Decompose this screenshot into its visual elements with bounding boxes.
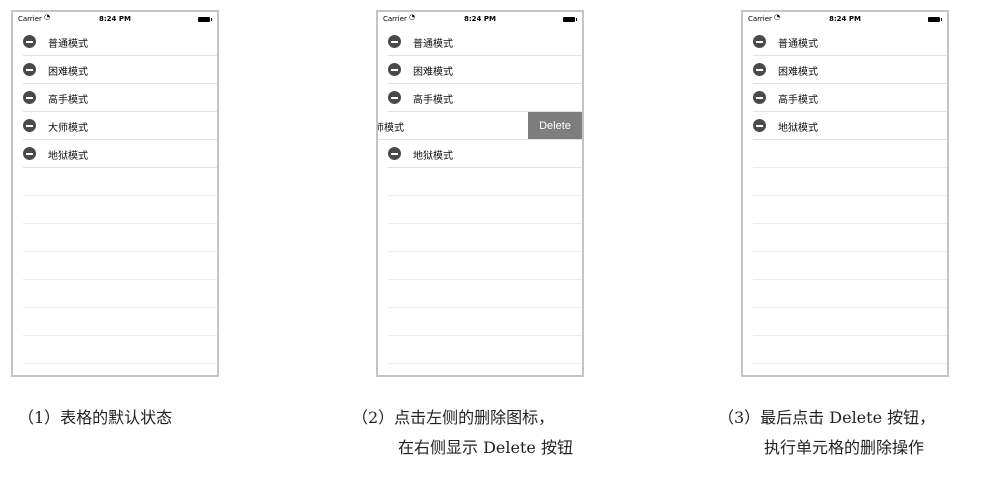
row-label: 地狱模式 [778,123,818,134]
caption-line: 在右侧显示 Delete 按钮 [398,438,573,457]
delete-minus-icon[interactable] [388,35,401,48]
empty-row [388,224,582,252]
status-time: 8:24 PM [99,15,131,23]
row-label: 高手模式 [413,95,453,106]
row-label: 高手模式 [48,95,88,106]
table-view: 普通模式 困难模式 高手模式 大师模式 地狱模式 [13,28,217,364]
table-row[interactable]: 高手模式 [388,84,582,112]
caption-after-delete: （3）最后点击 Delete 按钮， 执行单元格的删除操作 [718,403,935,463]
table-row[interactable]: 困难模式 [23,56,217,84]
status-time: 8:24 PM [464,15,496,23]
table-row[interactable]: 地狱模式 [753,112,947,140]
table-row[interactable]: 地狱模式 [388,140,582,168]
status-time: 8:24 PM [829,15,861,23]
empty-row [23,252,217,280]
battery-icon [563,17,577,22]
status-bar: Carrier ◔ 8:24 PM [13,12,217,28]
table-row[interactable]: 高手模式 [753,84,947,112]
empty-row [753,140,947,168]
delete-minus-icon[interactable] [388,63,401,76]
empty-row [753,196,947,224]
battery-icon [198,17,212,22]
empty-row [388,308,582,336]
delete-minus-icon[interactable] [23,91,36,104]
row-label: 困难模式 [413,67,453,78]
caption-swiped: （2）点击左侧的删除图标， 在右侧显示 Delete 按钮 [352,403,573,463]
empty-row [23,168,217,196]
table-row[interactable]: 地狱模式 [23,140,217,168]
empty-row [388,280,582,308]
row-label: 地狱模式 [48,151,88,162]
delete-minus-icon[interactable] [23,119,36,132]
empty-row [753,224,947,252]
caption-line: （1）表格的默认状态 [18,408,173,427]
empty-row [23,224,217,252]
table-row[interactable]: 普通模式 [753,28,947,56]
phone-screen-after-delete: Carrier ◔ 8:24 PM 普通模式 困难模式 高手模式 地狱模式 [741,10,949,377]
table-row[interactable]: 普通模式 [388,28,582,56]
empty-row [23,336,217,364]
empty-row [388,196,582,224]
delete-minus-icon[interactable] [388,91,401,104]
table-view: 普通模式 困难模式 高手模式 师模式 Delete 地狱模式 [378,28,582,364]
row-label: 普通模式 [48,39,88,50]
empty-row [388,168,582,196]
table-row-swiped[interactable]: 师模式 Delete [378,112,582,140]
caption-line: （2）点击左侧的删除图标， [352,408,555,427]
table-row[interactable]: 大师模式 [23,112,217,140]
empty-row [388,252,582,280]
delete-minus-icon[interactable] [753,119,766,132]
row-label: 普通模式 [413,39,453,50]
empty-row [753,252,947,280]
table-row[interactable]: 高手模式 [23,84,217,112]
empty-row [753,168,947,196]
empty-row [388,336,582,364]
row-label: 高手模式 [778,95,818,106]
table-row[interactable]: 困难模式 [388,56,582,84]
empty-row [753,336,947,364]
delete-minus-icon[interactable] [388,147,401,160]
delete-minus-icon[interactable] [753,91,766,104]
row-label: 普通模式 [778,39,818,50]
empty-row [23,308,217,336]
battery-icon [928,17,942,22]
empty-row [753,308,947,336]
caption-default: （1）表格的默认状态 [18,403,172,433]
empty-row [23,280,217,308]
row-label: 困难模式 [48,67,88,78]
empty-row [753,280,947,308]
delete-minus-icon[interactable] [753,35,766,48]
delete-minus-icon[interactable] [23,35,36,48]
phone-screen-default: Carrier ◔ 8:24 PM 普通模式 困难模式 高手模式 大师模式 地狱… [11,10,219,377]
row-label: 困难模式 [778,67,818,78]
row-label: 地狱模式 [413,151,453,162]
empty-row [23,196,217,224]
delete-button[interactable]: Delete [528,112,582,139]
delete-minus-icon[interactable] [23,147,36,160]
status-bar: Carrier ◔ 8:24 PM [378,12,582,28]
row-label: 大师模式 [48,123,88,134]
delete-minus-icon[interactable] [23,63,36,76]
table-row[interactable]: 困难模式 [753,56,947,84]
status-bar: Carrier ◔ 8:24 PM [743,12,947,28]
row-label: 师模式 [376,123,404,134]
table-view: 普通模式 困难模式 高手模式 地狱模式 [743,28,947,364]
table-row[interactable]: 普通模式 [23,28,217,56]
delete-minus-icon[interactable] [753,63,766,76]
caption-line: （3）最后点击 Delete 按钮， [718,408,936,427]
caption-line: 执行单元格的删除操作 [764,438,925,457]
phone-screen-swiped: Carrier ◔ 8:24 PM 普通模式 困难模式 高手模式 师模式 Del… [376,10,584,377]
